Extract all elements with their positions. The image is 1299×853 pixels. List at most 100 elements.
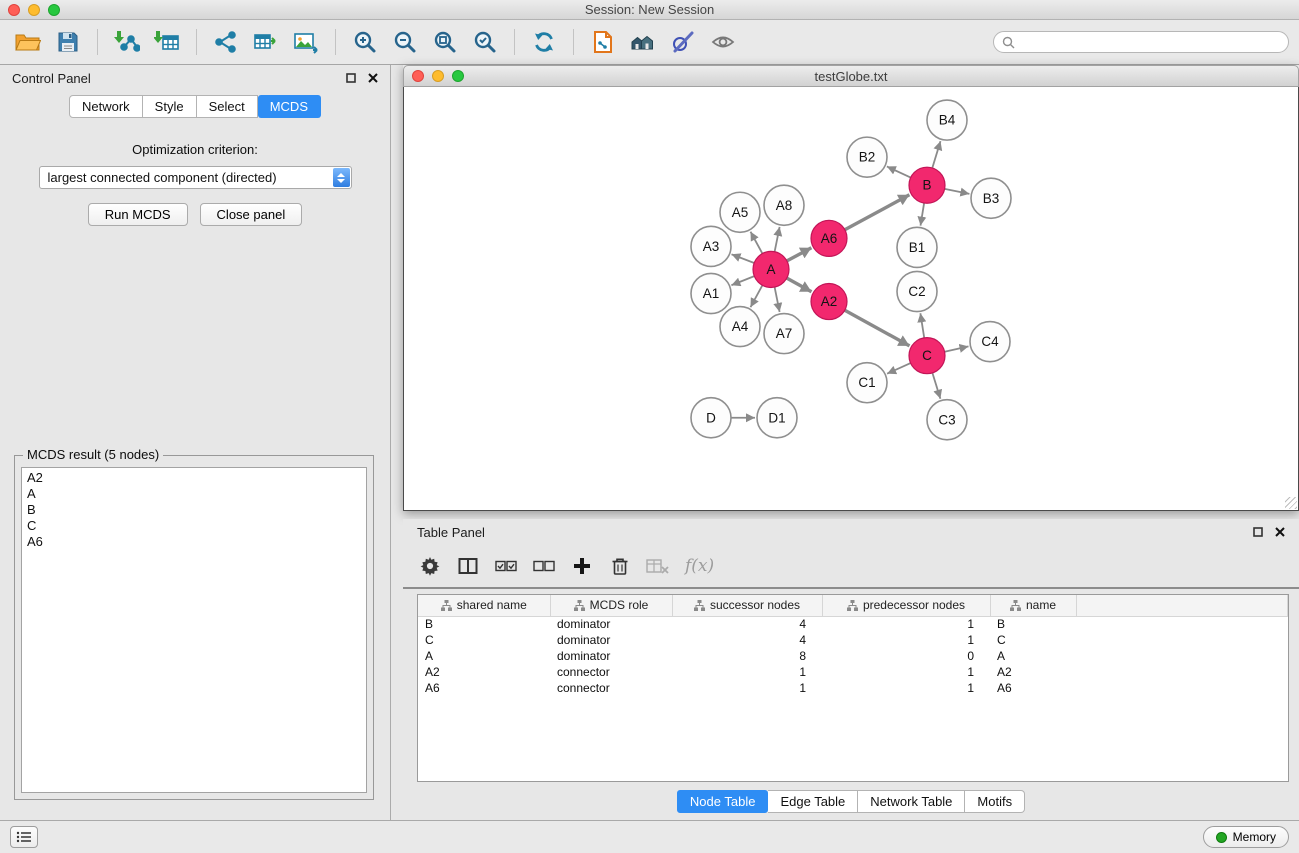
network-node-C[interactable]: C xyxy=(909,338,945,374)
search-input[interactable] xyxy=(1020,35,1280,49)
close-panel-button[interactable] xyxy=(368,73,378,83)
edge-A-A4[interactable] xyxy=(751,285,763,307)
edge-A-A8[interactable] xyxy=(775,227,780,252)
show-hide-button[interactable] xyxy=(705,24,741,60)
network-node-D[interactable]: D xyxy=(691,398,731,438)
edge-A-A6[interactable] xyxy=(787,248,812,261)
network-document-button[interactable] xyxy=(585,24,621,60)
table-cell[interactable]: 4 xyxy=(672,616,822,632)
network-node-B[interactable]: B xyxy=(909,167,945,203)
network-node-B2[interactable]: B2 xyxy=(847,137,887,177)
mcds-result-item[interactable]: B xyxy=(27,502,361,518)
edge-C-C2[interactable] xyxy=(920,313,924,338)
edge-B-B1[interactable] xyxy=(921,203,925,226)
table-row[interactable]: A6connector11A6 xyxy=(418,680,1288,696)
memory-button[interactable]: Memory xyxy=(1203,826,1289,848)
column-header-name[interactable]: name xyxy=(990,595,1076,616)
table-cell[interactable]: 1 xyxy=(822,632,990,648)
edge-B-B4[interactable] xyxy=(932,141,940,168)
edge-C-C1[interactable] xyxy=(887,363,911,374)
mcds-result-item[interactable]: A xyxy=(27,486,361,502)
search-field[interactable] xyxy=(993,31,1289,53)
tab-edge-table[interactable]: Edge Table xyxy=(768,790,858,813)
network-node-C4[interactable]: C4 xyxy=(970,322,1010,362)
delete-column-button[interactable] xyxy=(605,551,635,581)
column-header-successor-nodes[interactable]: successor nodes xyxy=(672,595,822,616)
network-zoom-button[interactable] xyxy=(452,70,464,82)
mcds-result-item[interactable]: C xyxy=(27,518,361,534)
edge-A2-C[interactable] xyxy=(845,310,910,346)
column-header-shared-name[interactable]: shared name xyxy=(418,595,550,616)
table-cell[interactable]: A xyxy=(990,648,1076,664)
network-node-A7[interactable]: A7 xyxy=(764,314,804,354)
table-cell[interactable]: C xyxy=(418,632,550,648)
zoom-window-button[interactable] xyxy=(48,4,60,16)
apply-layout-button[interactable] xyxy=(526,24,562,60)
select-all-rows-button[interactable] xyxy=(491,551,521,581)
tab-node-table[interactable]: Node Table xyxy=(677,790,769,813)
task-history-button[interactable] xyxy=(10,826,38,848)
close-window-button[interactable] xyxy=(8,4,20,16)
network-minimize-button[interactable] xyxy=(432,70,444,82)
zoom-in-button[interactable] xyxy=(347,24,383,60)
tab-network-table[interactable]: Network Table xyxy=(858,790,965,813)
edge-A6-B[interactable] xyxy=(845,195,910,230)
network-node-A1[interactable]: A1 xyxy=(691,273,731,313)
network-node-D1[interactable]: D1 xyxy=(757,398,797,438)
table-cell[interactable]: A6 xyxy=(990,680,1076,696)
export-image-button[interactable] xyxy=(288,24,324,60)
network-close-button[interactable] xyxy=(412,70,424,82)
delete-table-button[interactable] xyxy=(643,551,673,581)
edge-B-B3[interactable] xyxy=(945,189,970,194)
network-node-A8[interactable]: A8 xyxy=(764,185,804,225)
network-node-A3[interactable]: A3 xyxy=(691,226,731,266)
edge-A-A7[interactable] xyxy=(775,287,780,312)
network-node-B1[interactable]: B1 xyxy=(897,227,937,267)
show-columns-button[interactable] xyxy=(453,551,483,581)
network-node-A5[interactable]: A5 xyxy=(720,192,760,232)
table-cell[interactable]: connector xyxy=(550,680,672,696)
network-node-A6[interactable]: A6 xyxy=(811,220,847,256)
zoom-selected-button[interactable] xyxy=(467,24,503,60)
table-cell[interactable]: B xyxy=(990,616,1076,632)
network-node-B3[interactable]: B3 xyxy=(971,178,1011,218)
table-row[interactable]: A2connector11A2 xyxy=(418,664,1288,680)
save-session-button[interactable] xyxy=(50,24,86,60)
table-cell[interactable]: dominator xyxy=(550,648,672,664)
deselect-all-rows-button[interactable] xyxy=(529,551,559,581)
tab-style[interactable]: Style xyxy=(143,95,197,118)
table-row[interactable]: Adominator80A xyxy=(418,648,1288,664)
graphics-details-button[interactable] xyxy=(665,24,701,60)
optimization-criterion-select[interactable]: largest connected component (directed) xyxy=(39,166,352,189)
tab-network[interactable]: Network xyxy=(69,95,143,118)
network-node-C1[interactable]: C1 xyxy=(847,363,887,403)
table-cell[interactable]: connector xyxy=(550,664,672,680)
zoom-out-button[interactable] xyxy=(387,24,423,60)
tab-select[interactable]: Select xyxy=(197,95,258,118)
table-cell[interactable]: A xyxy=(418,648,550,664)
edge-A-A3[interactable] xyxy=(732,254,755,263)
table-cell[interactable]: C xyxy=(990,632,1076,648)
export-network-button[interactable] xyxy=(208,24,244,60)
edge-C-C3[interactable] xyxy=(932,373,940,399)
table-cell[interactable]: 0 xyxy=(822,648,990,664)
edge-C-C4[interactable] xyxy=(945,346,969,351)
float-table-panel-button[interactable] xyxy=(1253,527,1263,537)
column-header-predecessor-nodes[interactable]: predecessor nodes xyxy=(822,595,990,616)
window-resize-grip[interactable] xyxy=(1285,497,1297,509)
table-cell[interactable]: A6 xyxy=(418,680,550,696)
close-table-panel-button[interactable] xyxy=(1275,527,1285,537)
network-canvas[interactable]: AA1A2A3A4A5A6A7A8BB1B2B3B4CC1C2C3C4DD1 xyxy=(403,87,1299,511)
zoom-fit-button[interactable] xyxy=(427,24,463,60)
table-cell[interactable]: dominator xyxy=(550,616,672,632)
table-row[interactable]: Cdominator41C xyxy=(418,632,1288,648)
minimize-window-button[interactable] xyxy=(28,4,40,16)
table-cell[interactable]: 1 xyxy=(822,616,990,632)
table-cell[interactable]: dominator xyxy=(550,632,672,648)
edge-A-A5[interactable] xyxy=(751,232,763,254)
edge-B-B2[interactable] xyxy=(887,166,911,177)
tab-mcds[interactable]: MCDS xyxy=(258,95,321,118)
column-header-mcds-role[interactable]: MCDS role xyxy=(550,595,672,616)
table-cell[interactable]: 8 xyxy=(672,648,822,664)
network-node-A4[interactable]: A4 xyxy=(720,307,760,347)
